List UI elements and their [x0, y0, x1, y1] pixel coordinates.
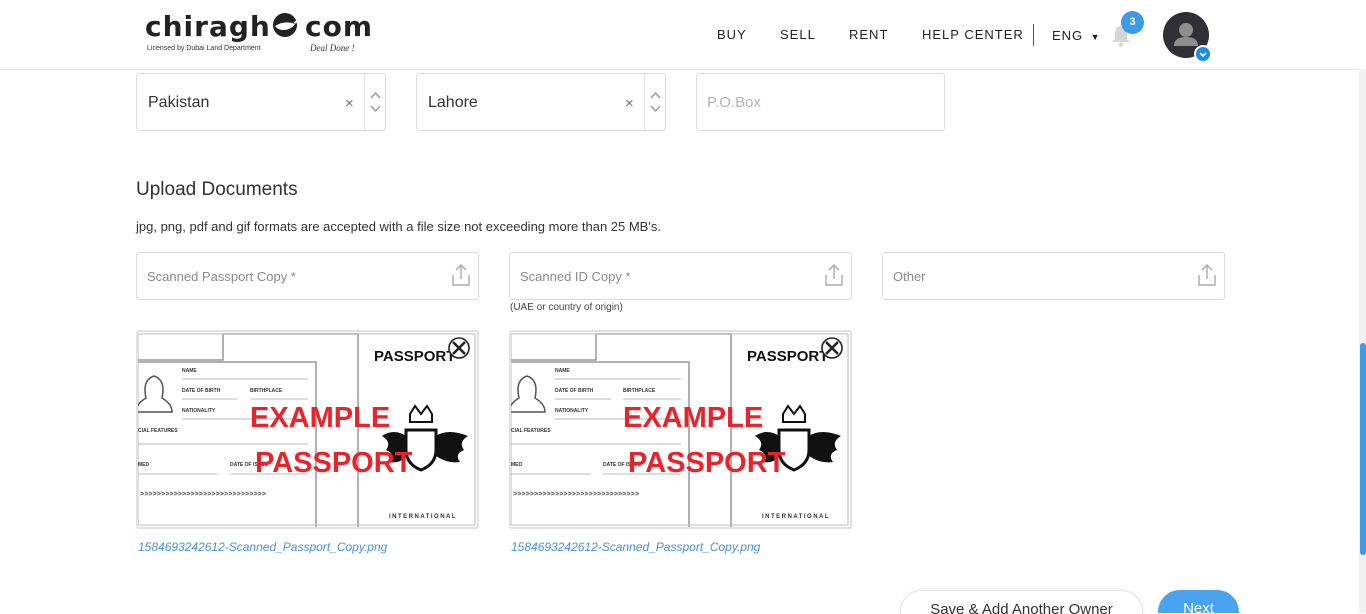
logo[interactable]: chiragh com Licensed by Dubai Land Depar… — [145, 10, 374, 58]
uploaded-file-link[interactable]: 1584693242612-Scanned_Passport_Copy.png — [511, 540, 760, 554]
passport-thumbnail: NAME DATE OF BIRTH BIRTHPLACE NATIONALIT… — [136, 330, 479, 529]
passport-image: NAME DATE OF BIRTH BIRTHPLACE NATIONALIT… — [138, 332, 477, 527]
passport-upload-label: Scanned Passport Copy * — [147, 269, 296, 284]
id-upload-hint: (UAE or country of origin) — [510, 302, 623, 313]
passport-field-nationality: NATIONALITY — [555, 408, 589, 414]
other-upload-field[interactable]: Other — [882, 252, 1225, 300]
upload-icon[interactable] — [824, 263, 844, 287]
passport-example-line2: PASSPORT — [628, 447, 786, 479]
uploaded-file-link[interactable]: 1584693242612-Scanned_Passport_Copy.png — [138, 540, 387, 554]
upload-format-note: jpg, png, pdf and gif formats are accept… — [136, 219, 661, 234]
remove-file-button[interactable] — [448, 337, 470, 359]
close-icon — [448, 337, 470, 359]
passport-field-birthplace: BIRTHPLACE — [623, 388, 656, 394]
chevron-down-icon: ▼ — [1090, 32, 1100, 42]
language-selector[interactable]: ENG ▼ — [1052, 27, 1100, 45]
upload-icon[interactable] — [1197, 263, 1217, 287]
passport-header: PASSPORT — [747, 348, 828, 365]
passport-international: INTERNATIONAL — [762, 514, 830, 520]
passport-field-dob: DATE OF BIRTH — [555, 388, 594, 394]
passport-example-line2: PASSPORT — [255, 447, 413, 479]
save-add-owner-label: Save & Add Another Owner — [930, 601, 1113, 614]
passport-field-name: NAME — [182, 368, 197, 374]
passport-header: PASSPORT — [374, 348, 455, 365]
logo-text-right: com — [305, 10, 374, 43]
country-spinner[interactable] — [364, 74, 386, 130]
passport-thumbnail: NAME DATE OF BIRTH BIRTHPLACE NATIONALIT… — [509, 330, 852, 529]
other-upload-label: Other — [893, 269, 926, 284]
lamp-icon — [269, 12, 301, 43]
close-icon — [821, 337, 843, 359]
passport-image: NAME DATE OF BIRTH BIRTHPLACE NATIONALIT… — [511, 332, 850, 527]
nav-rent[interactable]: RENT — [849, 27, 888, 42]
passport-international: INTERNATIONAL — [389, 514, 457, 520]
logo-text-left: chiragh — [145, 10, 271, 43]
passport-field-name: NAME — [555, 368, 570, 374]
language-label: ENG — [1052, 28, 1084, 43]
clear-city-icon[interactable]: × — [625, 95, 634, 112]
passport-upload-field[interactable]: Scanned Passport Copy * — [136, 252, 479, 300]
passport-field-birthplace: BIRTHPLACE — [250, 388, 283, 394]
passport-example-line1: EXAMPLE — [250, 402, 390, 434]
city-spinner[interactable] — [644, 74, 666, 130]
passport-example-line1: EXAMPLE — [623, 402, 763, 434]
nav-help-center[interactable]: HELP CENTER — [922, 27, 1024, 42]
next-label: Next — [1183, 600, 1214, 613]
remove-file-button[interactable] — [821, 337, 843, 359]
save-add-owner-button[interactable]: Save & Add Another Owner — [900, 590, 1143, 614]
upload-icon[interactable] — [451, 263, 471, 287]
passport-field-med: MED — [511, 462, 523, 468]
top-header: chiragh com Licensed by Dubai Land Depar… — [0, 0, 1366, 70]
avatar-menu-badge[interactable] — [1194, 45, 1212, 63]
next-button[interactable]: Next — [1158, 590, 1239, 613]
city-select[interactable]: Lahore × — [416, 73, 666, 131]
passport-mrz: >>>>>>>>>>>>>>>>>>>>>>>>>>>>>> — [140, 491, 266, 499]
pobox-placeholder: P.O.Box — [707, 94, 761, 111]
id-upload-field[interactable]: Scanned ID Copy * — [509, 252, 852, 300]
chevron-updown-icon — [370, 91, 381, 113]
passport-field-features: CIAL FEATURES — [511, 428, 551, 434]
pobox-input[interactable]: P.O.Box — [696, 73, 945, 131]
nav-sell[interactable]: SELL — [780, 27, 816, 42]
clear-country-icon[interactable]: × — [345, 95, 354, 112]
check-icon — [1199, 52, 1207, 58]
passport-field-features: CIAL FEATURES — [138, 428, 178, 434]
nav-buy[interactable]: BUY — [717, 27, 747, 42]
logo-license: Licensed by Dubai Land Department — [147, 45, 261, 52]
passport-field-med: MED — [138, 462, 150, 468]
passport-field-nationality: NATIONALITY — [182, 408, 216, 414]
logo-tagline: Deal Done ! — [310, 43, 355, 53]
country-select[interactable]: Pakistan × — [136, 73, 386, 131]
upload-documents-title: Upload Documents — [136, 179, 298, 200]
passport-mrz: >>>>>>>>>>>>>>>>>>>>>>>>>>>>>> — [513, 491, 639, 499]
scrollbar-thumb[interactable] — [1360, 343, 1366, 555]
city-value: Lahore — [428, 94, 478, 111]
country-value: Pakistan — [148, 94, 210, 111]
nav-divider — [1033, 24, 1034, 46]
passport-field-dob: DATE OF BIRTH — [182, 388, 221, 394]
notification-count-badge: 3 — [1121, 11, 1144, 34]
chevron-updown-icon — [650, 91, 661, 113]
id-upload-label: Scanned ID Copy * — [520, 269, 631, 284]
